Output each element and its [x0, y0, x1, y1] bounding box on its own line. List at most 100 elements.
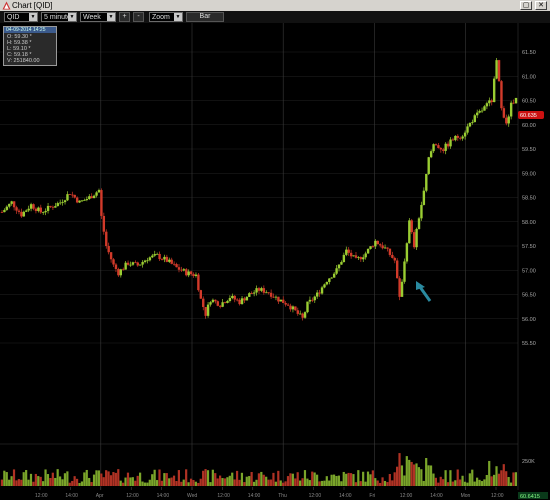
candle-body [124, 262, 127, 270]
candle-body [476, 112, 479, 116]
candle-body [175, 264, 178, 268]
volume-bar [478, 479, 481, 486]
candle-body [354, 255, 358, 258]
candle-body [20, 211, 23, 217]
ohlc-volume: V: 251840.00 [7, 58, 40, 64]
volume-bar [473, 481, 476, 486]
volume-bar [366, 471, 370, 486]
volume-bar [240, 472, 244, 486]
restore-button[interactable]: ▢ [520, 1, 532, 10]
candle-body [296, 310, 299, 314]
candle-body [468, 122, 472, 127]
candle-body [425, 173, 428, 191]
candle-body [25, 210, 28, 212]
candle-body [398, 278, 401, 297]
candle-body [88, 196, 91, 199]
candle-body [44, 210, 47, 213]
candle-body [364, 253, 367, 258]
chevron-down-icon[interactable]: ▼ [107, 13, 115, 21]
volume-bar [422, 480, 425, 486]
candle-body [245, 296, 249, 301]
candle-body [131, 262, 135, 265]
candle-body [359, 257, 363, 260]
volume-bar [260, 471, 263, 486]
chart-type-button[interactable]: Bar [186, 12, 224, 22]
candle-body [291, 306, 295, 310]
candle-body [73, 194, 76, 198]
candle-body [192, 274, 195, 276]
volume-bar [192, 479, 195, 486]
candle-body [456, 135, 460, 138]
candle-body [148, 257, 152, 261]
candle-body [381, 245, 384, 249]
zoom-mode-select[interactable]: Zoom ▼ [149, 12, 183, 22]
zoom-in-button[interactable]: + [119, 12, 130, 22]
range-select[interactable]: Week ▼ [80, 12, 116, 22]
volume-bar [194, 481, 197, 486]
price-tick-label: 58.50 [522, 196, 536, 202]
volume-bar [371, 470, 374, 486]
candle-body [383, 247, 387, 249]
volume-bar [471, 469, 474, 486]
volume-bar [461, 475, 464, 486]
volume-bar [56, 469, 59, 486]
candle-body [480, 110, 484, 112]
candle-body [71, 194, 74, 196]
ohlc-info-box[interactable]: 04-09-2014 14:25 O: 59.30 * H: 59.38 * L… [3, 26, 57, 66]
candle-body [5, 206, 9, 210]
volume-bar [294, 478, 297, 486]
symbol-value: QID [7, 14, 20, 21]
candle-body [97, 190, 101, 193]
volume-bar [61, 479, 64, 486]
price-tick-label: 59.00 [522, 171, 536, 177]
volume-bar [168, 478, 171, 486]
price-tick-label: 61.00 [522, 74, 536, 80]
candle-body [318, 292, 321, 294]
candle-body [15, 207, 18, 211]
close-button[interactable]: ✕ [535, 1, 547, 10]
chevron-down-icon[interactable]: ▼ [174, 13, 182, 21]
candle-body [357, 257, 360, 258]
candle-body [269, 292, 273, 297]
volume-bar [49, 477, 52, 486]
volume-bar [362, 471, 365, 486]
candle-body [437, 145, 440, 148]
chevron-down-icon[interactable]: ▼ [68, 13, 76, 21]
candle-body [51, 206, 55, 208]
candle-body [439, 147, 443, 150]
candle-body [153, 254, 156, 256]
time-tick-label: 14:00 [339, 493, 352, 499]
zoom-out-button[interactable]: - [133, 12, 144, 22]
candle-body [243, 298, 246, 301]
volume-bar [376, 480, 379, 486]
volume-bar [391, 480, 394, 486]
candle-body [228, 298, 232, 301]
volume-bar [449, 470, 452, 486]
volume-bar [8, 479, 11, 486]
candle-body [332, 273, 336, 278]
time-tick-label: 12:00 [217, 493, 230, 499]
volume-bar [124, 477, 127, 486]
candle-body [102, 215, 106, 232]
volume-bar [54, 477, 57, 486]
chevron-down-icon[interactable]: ▼ [29, 13, 37, 21]
volume-bar [342, 471, 345, 486]
symbol-select[interactable]: QID ▼ [4, 12, 38, 22]
volume-bar [437, 482, 440, 486]
volume-bar [393, 472, 396, 486]
candle-body [163, 256, 166, 260]
candle-body [204, 307, 207, 316]
volume-bar [155, 480, 159, 486]
volume-bar [107, 471, 110, 486]
price-tick-label: 57.50 [522, 244, 536, 250]
price-chart[interactable]: 61.50 61.00 60.50 60.00 59.50 59.00 58.50 58.00… [0, 23, 550, 500]
candle-body [211, 299, 215, 303]
volume-bar [126, 472, 130, 486]
candle-body [335, 268, 338, 274]
candle-body [68, 194, 72, 195]
interval-select[interactable]: 5 minutes ▼ [41, 12, 77, 22]
candle-body [100, 190, 103, 216]
candle-body [42, 212, 45, 214]
candle-body [189, 271, 193, 275]
candle-body [194, 274, 198, 276]
